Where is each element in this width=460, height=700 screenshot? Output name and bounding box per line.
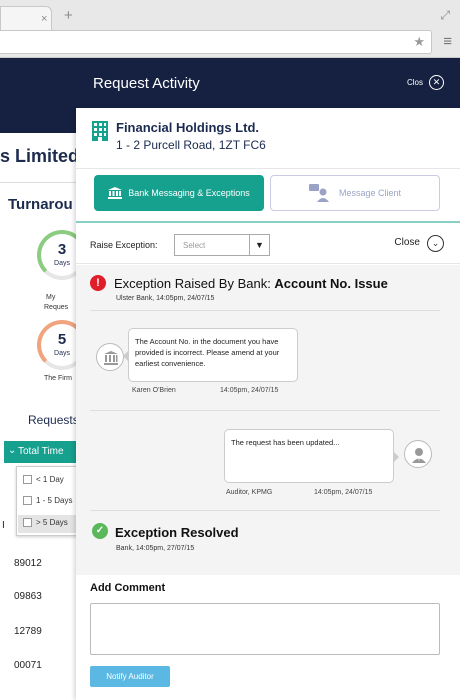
bank-avatar-icon xyxy=(96,343,124,371)
table-row-initial: I xyxy=(2,520,5,531)
message-bubble: The Account No. in the document you have… xyxy=(123,328,298,382)
caret-down-icon[interactable]: ▼ xyxy=(249,235,269,255)
table-row[interactable]: 89012 xyxy=(14,558,42,569)
add-comment-heading: Add Comment xyxy=(90,582,166,594)
modal-close-button[interactable]: Clos ✕ xyxy=(407,75,444,90)
metric-label: The Firm xyxy=(44,375,72,382)
activity-feed: ! Exception Raised By Bank: Account No. … xyxy=(76,265,460,575)
modal-header: Request Activity Clos ✕ xyxy=(76,58,460,108)
checkbox[interactable] xyxy=(23,475,32,485)
message-bubble: The request has been updated... xyxy=(224,429,399,483)
dropdown-option[interactable]: < 1 Day xyxy=(23,475,64,485)
message-sender: Auditor, KPMG xyxy=(226,489,273,496)
company-header: Financial Holdings Ltd. 1 - 2 Purcell Ro… xyxy=(84,116,452,166)
close-section-label[interactable]: Close xyxy=(394,237,420,248)
total-time-label: Total Time xyxy=(18,446,64,457)
checkbox[interactable] xyxy=(23,518,32,528)
select-placeholder: Select xyxy=(183,241,206,250)
table-row[interactable]: 12789 xyxy=(14,626,42,637)
message-time: 14:05pm, 24/07/15 xyxy=(314,489,373,496)
close-label: Clos xyxy=(406,78,423,87)
tab-label: Message Client xyxy=(338,188,402,198)
message-sender: Karen O'Brien xyxy=(132,387,176,394)
background-divider xyxy=(0,182,80,183)
divider xyxy=(90,410,440,411)
background-company-name: s Limited xyxy=(0,146,80,166)
modal-title: Request Activity xyxy=(93,75,200,92)
message-client-icon xyxy=(308,184,329,202)
divider xyxy=(90,510,440,511)
resolved-subtitle: Bank, 14:05pm, 27/07/15 xyxy=(116,545,195,552)
exception-subtitle: Ulster Bank, 14:05pm, 24/07/15 xyxy=(116,295,215,302)
metric-label: Reques xyxy=(44,304,69,311)
browser-menu-icon[interactable]: ≡ xyxy=(443,33,452,50)
tab-close-icon[interactable]: × xyxy=(41,13,47,25)
turnaround-heading: Turnarou xyxy=(8,196,73,213)
close-icon[interactable]: ✕ xyxy=(429,75,444,90)
browser-tab[interactable]: × xyxy=(0,6,52,30)
notify-auditor-button[interactable]: Notify Auditor xyxy=(90,666,170,687)
resolved-title: Exception Resolved xyxy=(115,525,239,540)
checkbox[interactable] xyxy=(23,496,32,506)
bookmark-star-icon[interactable]: ★ xyxy=(413,34,425,50)
raise-exception-row: Raise Exception: Select ▼ Close ⌄ xyxy=(76,224,460,264)
tab-label: Bank Messaging & Exceptions xyxy=(128,188,250,198)
building-icon xyxy=(92,121,108,141)
company-name: Financial Holdings Ltd. xyxy=(116,120,259,135)
exception-select[interactable]: Select ▼ xyxy=(174,234,270,256)
raise-exception-label: Raise Exception: xyxy=(90,240,158,250)
table-row[interactable]: 09863 xyxy=(14,591,42,602)
expand-icon[interactable]: ⤢ xyxy=(440,8,450,23)
tab-message-client[interactable]: Message Client xyxy=(270,175,440,211)
tab-bank-messaging[interactable]: Bank Messaging & Exceptions xyxy=(94,175,264,211)
chevron-down-icon[interactable]: ⌄ xyxy=(427,235,444,252)
new-tab-icon[interactable]: + xyxy=(64,7,73,24)
exclamation-icon: ! xyxy=(90,275,106,291)
checkmark-icon: ✓ xyxy=(92,523,108,539)
table-row[interactable]: 00071 xyxy=(14,660,42,671)
requests-tab[interactable]: Requests xyxy=(28,413,79,427)
auditor-avatar-icon xyxy=(404,440,432,468)
address-bar[interactable]: ★ xyxy=(0,30,432,54)
chevron-down-icon: ⌄ xyxy=(8,445,17,456)
total-time-header[interactable]: ⌄ Total Time xyxy=(4,441,84,463)
divider xyxy=(90,310,440,311)
dropdown-option[interactable]: > 5 Days xyxy=(18,515,84,533)
tab-underline xyxy=(76,221,460,223)
bank-icon xyxy=(108,187,123,199)
company-address: 1 - 2 Purcell Road, 1ZT FC6 xyxy=(116,138,266,152)
message-time: 14:05pm, 24/07/15 xyxy=(220,387,279,394)
metric-label: My xyxy=(46,294,56,301)
browser-chrome: × + ⤢ ★ ≡ xyxy=(0,0,460,58)
exception-title: Exception Raised By Bank: Account No. Is… xyxy=(114,276,388,291)
modal-body: Financial Holdings Ltd. 1 - 2 Purcell Ro… xyxy=(76,108,460,700)
total-time-dropdown: < 1 Day 1 - 5 Days > 5 Days xyxy=(16,466,84,536)
comment-textarea[interactable] xyxy=(90,603,440,655)
dropdown-option[interactable]: 1 - 5 Days xyxy=(23,496,72,506)
